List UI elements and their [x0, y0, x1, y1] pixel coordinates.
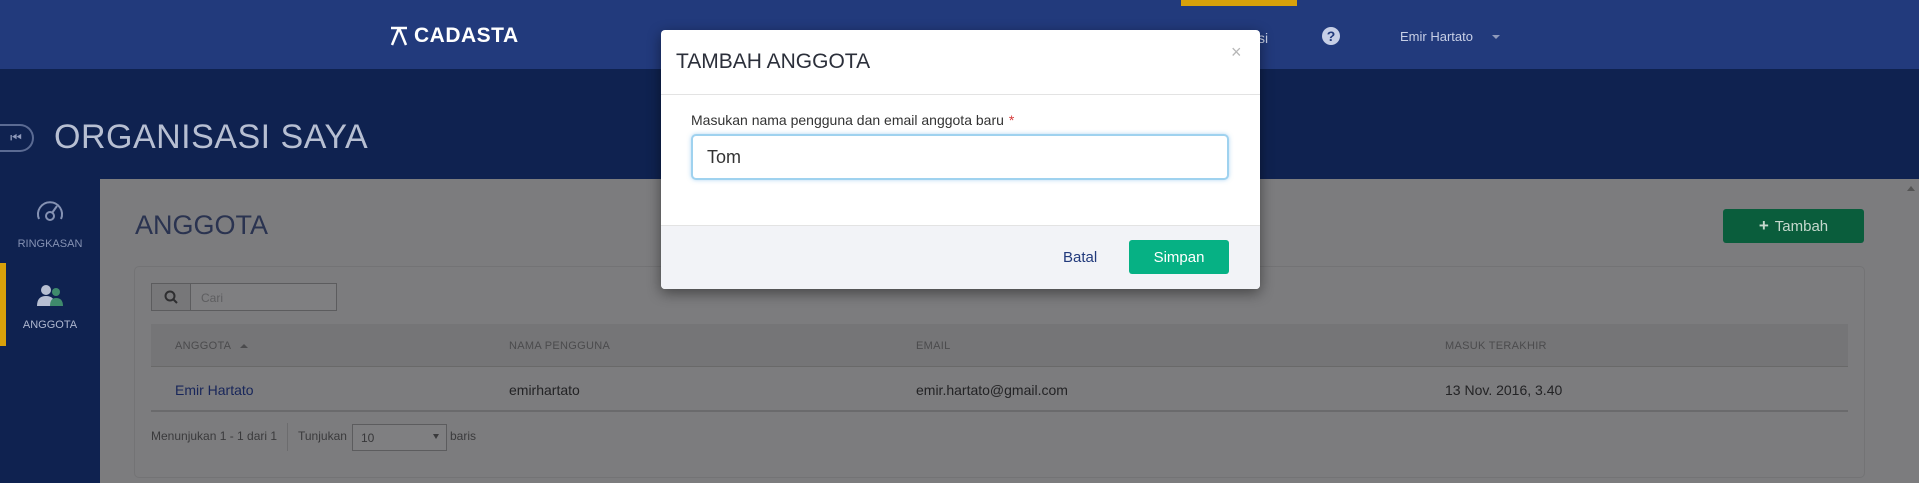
table-bottom-border	[151, 410, 1848, 412]
sidebar-item-summary[interactable]: RINGKASAN	[0, 197, 100, 250]
sidebar-collapse-button[interactable]: ⏮	[0, 124, 34, 152]
search-input[interactable]: Cari	[190, 283, 337, 311]
cancel-button[interactable]: Batal	[1063, 249, 1097, 266]
member-name-link[interactable]: Emir Hartato	[175, 382, 254, 398]
pagination-info: Menunjukan 1 - 1 dari 1	[151, 429, 278, 443]
help-icon[interactable]: ?	[1322, 27, 1340, 45]
dashboard-icon	[37, 201, 63, 221]
plus-icon: +	[1758, 216, 1769, 235]
nav-active-indicator	[1181, 0, 1297, 6]
user-menu[interactable]: Emir Hartato	[1400, 29, 1473, 44]
column-header-email[interactable]: EMAIL	[916, 340, 951, 352]
pagination-divider	[287, 423, 288, 451]
search-button[interactable]	[151, 283, 191, 311]
add-member-button[interactable]: + Tambah	[1723, 209, 1864, 243]
sidebar-item-members[interactable]: ANGGOTA	[0, 282, 100, 331]
page-title: ORGANISASI SAYA	[54, 118, 369, 156]
chevron-down-icon	[433, 434, 439, 439]
column-header-last-login[interactable]: MASUK TERAKHIR	[1445, 340, 1547, 352]
member-last-login: 13 Nov. 2016, 3.40	[1445, 382, 1563, 398]
page-size-label: Tunjukan	[298, 429, 347, 443]
save-button[interactable]: Simpan	[1129, 240, 1229, 274]
sidebar-item-label: ANGGOTA	[22, 319, 78, 331]
column-header-username[interactable]: NAMA PENGGUNA	[509, 340, 610, 352]
member-search-input[interactable]	[691, 134, 1229, 180]
section-title: ANGGOTA	[135, 210, 269, 240]
chevron-down-icon[interactable]	[1492, 35, 1500, 39]
table-header	[151, 324, 1848, 367]
add-member-modal: TAMBAH ANGGOTA × Masukan nama pengguna d…	[661, 30, 1260, 289]
column-header-member[interactable]: ANGGOTA	[175, 340, 249, 352]
brand-name: CADASTA	[414, 24, 519, 47]
brand-logo[interactable]: CADASTA	[390, 24, 519, 48]
cadasta-logo-icon	[390, 26, 408, 46]
rows-label: baris	[450, 429, 477, 443]
sidebar-item-label: RINGKASAN	[17, 238, 83, 250]
search-icon	[164, 290, 178, 304]
modal-title: TAMBAH ANGGOTA	[676, 50, 871, 73]
modal-header-divider	[661, 94, 1260, 95]
member-email: emir.hartato@gmail.com	[916, 382, 1068, 398]
member-field-label: Masukan nama pengguna dan email anggota …	[691, 112, 1015, 128]
users-icon	[37, 285, 63, 306]
member-username: emirhartato	[509, 382, 580, 398]
scroll-up-icon[interactable]	[1907, 186, 1915, 191]
add-member-label: Tambah	[1774, 217, 1829, 235]
collapse-icon: ⏮	[10, 130, 22, 145]
close-icon[interactable]: ×	[1231, 42, 1242, 63]
sort-asc-icon	[240, 344, 249, 349]
required-mark: *	[1008, 112, 1015, 128]
